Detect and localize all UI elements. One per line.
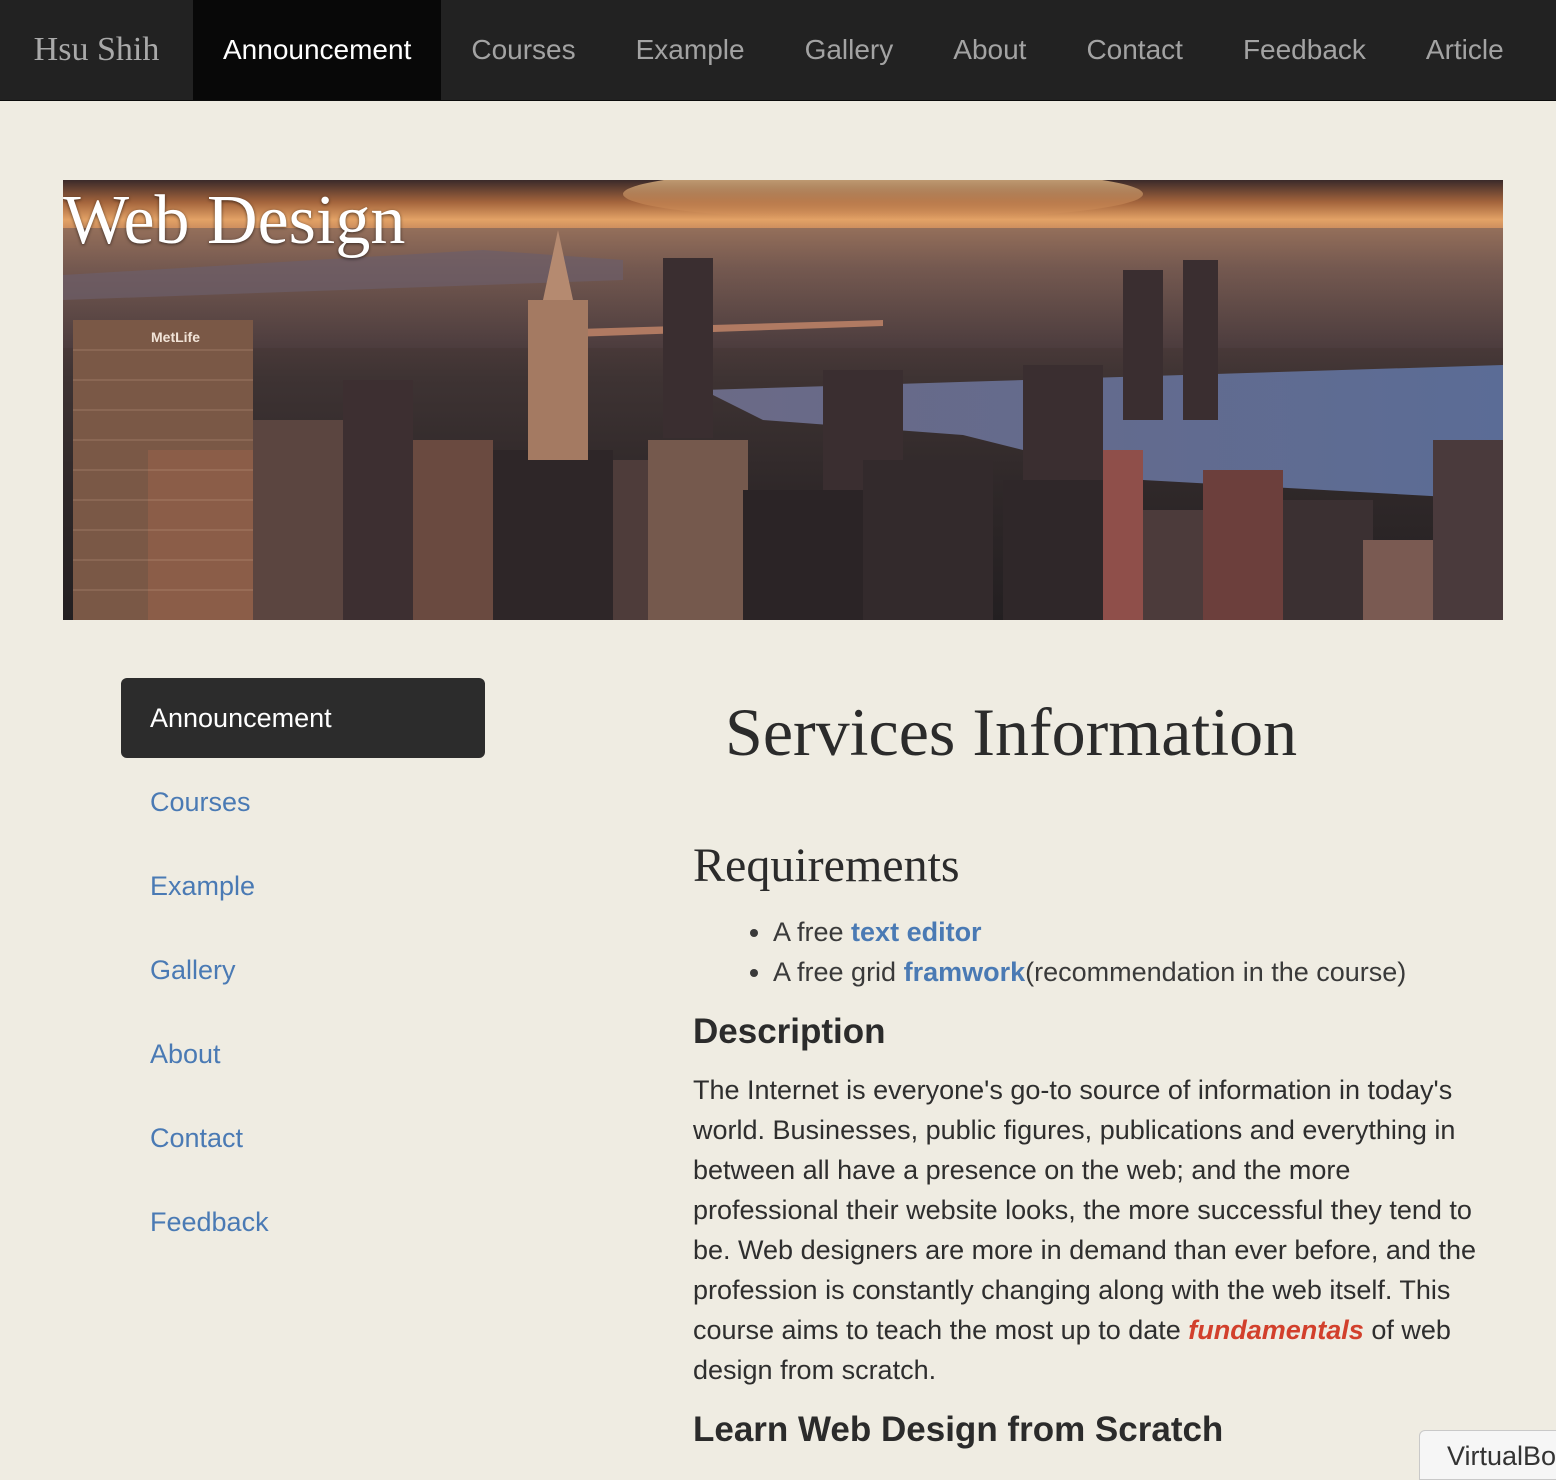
nav-item-contact[interactable]: Contact (1056, 0, 1213, 100)
page-title: Services Information (725, 694, 1298, 770)
nav-item-feedback[interactable]: Feedback (1213, 0, 1396, 100)
nav-item-example[interactable]: Example (606, 0, 775, 100)
sidebar-item-announcement[interactable]: Announcement (121, 678, 485, 758)
sidebar-item-gallery[interactable]: Gallery (121, 930, 485, 1014)
sidebar-item-courses[interactable]: Courses (121, 762, 485, 846)
metlife-sign: MetLife (151, 329, 200, 345)
requirement-text: A free (773, 917, 852, 947)
requirement-note: (recommendation in the course) (1025, 957, 1407, 987)
top-nav-list: Announcement Courses Example Gallery Abo… (193, 0, 1534, 100)
description-paragraph: The Internet is everyone's go-to source … (693, 1070, 1483, 1390)
fundamentals-highlight: fundamentals (1188, 1315, 1364, 1345)
hero-banner: MetLife Web Design (63, 180, 1503, 620)
sidebar-item-example[interactable]: Example (121, 846, 485, 930)
requirements-heading: Requirements (693, 839, 960, 892)
nav-item-about[interactable]: About (923, 0, 1056, 100)
nav-item-announcement[interactable]: Announcement (193, 0, 442, 100)
list-item: A free grid framwork(recommendation in t… (773, 952, 1406, 992)
top-navbar: Hsu Shih Announcement Courses Example Ga… (0, 0, 1556, 101)
list-item: A free text editor (773, 912, 1406, 952)
hero-title: Web Design (63, 182, 406, 259)
description-heading: Description (693, 1012, 886, 1051)
nav-item-courses[interactable]: Courses (441, 0, 605, 100)
brand-link[interactable]: Hsu Shih (0, 0, 193, 100)
virtualbox-tab[interactable]: VirtualBox (1419, 1430, 1556, 1480)
framework-link[interactable]: framwork (904, 957, 1026, 987)
sidebar-item-feedback[interactable]: Feedback (121, 1182, 485, 1266)
text-editor-link[interactable]: text editor (851, 917, 982, 947)
side-navigation: Announcement Courses Example Gallery Abo… (121, 678, 485, 1266)
requirements-list: A free text editor A free grid framwork(… (693, 912, 1406, 992)
requirement-text: A free grid (773, 957, 904, 987)
sidebar-item-contact[interactable]: Contact (121, 1098, 485, 1182)
sidebar-item-about[interactable]: About (121, 1014, 485, 1098)
learn-heading: Learn Web Design from Scratch (693, 1410, 1224, 1449)
description-text: The Internet is everyone's go-to source … (693, 1075, 1476, 1345)
nav-item-article[interactable]: Article (1396, 0, 1534, 100)
nav-item-gallery[interactable]: Gallery (775, 0, 924, 100)
